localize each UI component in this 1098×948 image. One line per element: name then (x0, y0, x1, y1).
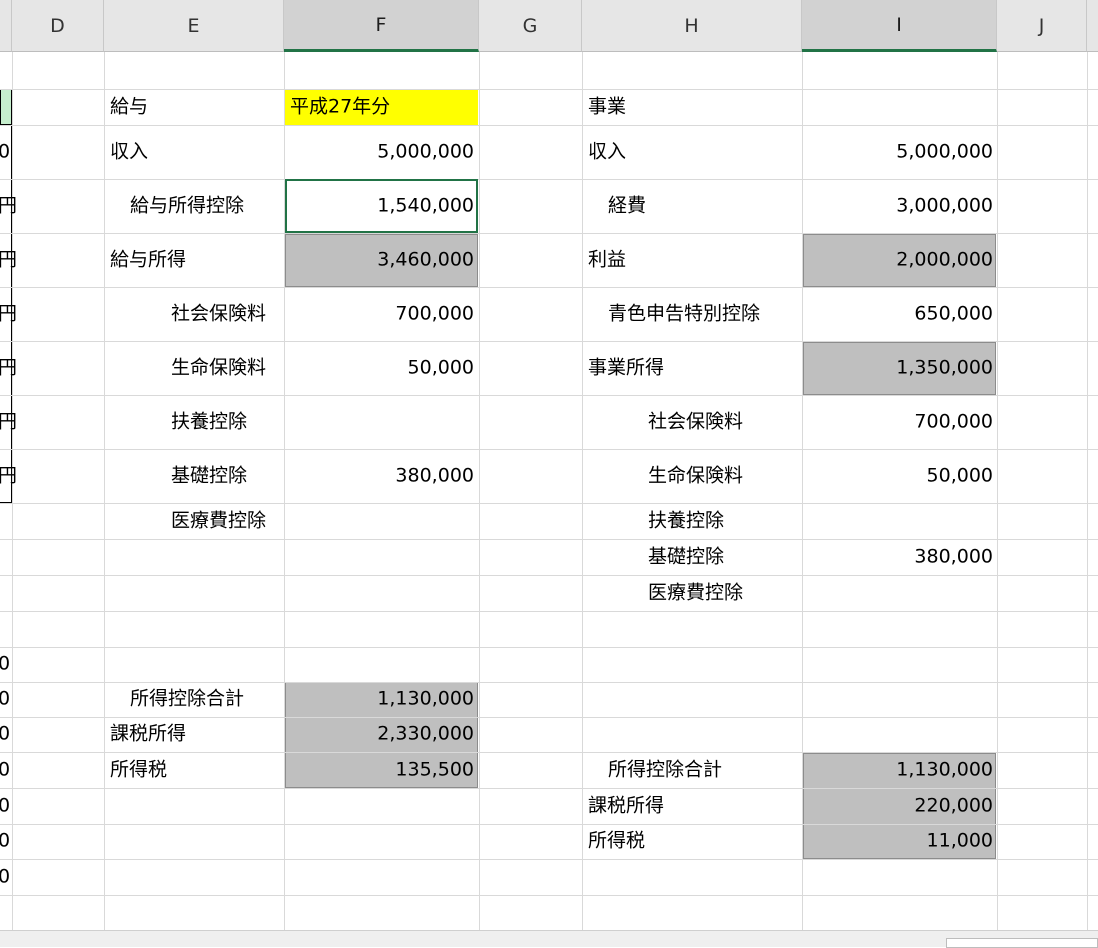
blue-return-deduction-label: 青色申告特別控除 (608, 302, 761, 325)
cell-fragment: 円 (0, 464, 18, 487)
business-income-label: 収入 (588, 140, 627, 163)
year-cell: 平成27年分 (290, 95, 391, 118)
horizontal-scrollbar[interactable] (946, 938, 1098, 948)
salary-total-deduction-value: 1,130,000 (377, 687, 474, 710)
cell-fragment: 円 (0, 248, 18, 271)
cell-fragment: 0 (0, 140, 11, 163)
salary-net-income-label: 給与所得 (110, 248, 187, 271)
salary-title: 給与 (110, 95, 149, 118)
business-tax-value: 11,000 (926, 829, 993, 852)
cell-fragment: 0 (0, 794, 11, 817)
salary-medical-label: 医療費控除 (171, 509, 267, 532)
salary-taxable-value: 2,330,000 (377, 722, 474, 745)
business-expense-value: 3,000,000 (896, 194, 993, 217)
column-header-k-partial[interactable] (1087, 0, 1098, 52)
business-life-insurance-value: 50,000 (926, 464, 993, 487)
salary-life-insurance-value: 50,000 (407, 356, 474, 379)
cell-fragment: 0 (0, 722, 11, 745)
column-header-i[interactable]: I (802, 0, 997, 52)
salary-dependent-label: 扶養控除 (171, 410, 248, 433)
cell-fragment: 円 (0, 410, 18, 433)
salary-income-value: 5,000,000 (377, 140, 474, 163)
salary-deduction-label: 給与所得控除 (130, 194, 245, 217)
business-life-insurance-label: 生命保険料 (648, 464, 744, 487)
left-partial-green-cell (0, 89, 12, 125)
salary-total-deduction-label: 所得控除合計 (130, 687, 245, 710)
column-header-g[interactable]: G (479, 0, 582, 52)
business-net-income-label: 事業所得 (588, 356, 665, 379)
column-header-e[interactable]: E (104, 0, 284, 52)
cell-fragment: 0 (0, 829, 11, 852)
business-tax-label: 所得税 (588, 829, 646, 852)
column-header-c-partial[interactable] (0, 0, 12, 52)
cell-fragment: 0 (0, 865, 11, 888)
salary-tax-label: 所得税 (110, 758, 168, 781)
cell-fragment: 0 (0, 652, 11, 675)
cell-fragment: 円 (0, 302, 18, 325)
business-total-deduction-value: 1,130,000 (896, 758, 993, 781)
business-basic-value: 380,000 (914, 545, 993, 568)
salary-basic-value: 380,000 (395, 464, 474, 487)
business-taxable-label: 課税所得 (588, 794, 665, 817)
salary-basic-label: 基礎控除 (171, 464, 248, 487)
cell-fragment: 0 (0, 758, 11, 781)
business-net-income-value: 1,350,000 (896, 356, 993, 379)
salary-social-insurance-value: 700,000 (395, 302, 474, 325)
salary-social-insurance-label: 社会保険料 (171, 302, 267, 325)
business-expense-label: 経費 (608, 194, 647, 217)
salary-income-label: 収入 (110, 140, 149, 163)
column-header-h[interactable]: H (582, 0, 802, 52)
business-taxable-value: 220,000 (914, 794, 993, 817)
column-header-j[interactable]: J (997, 0, 1087, 52)
business-income-value: 5,000,000 (896, 140, 993, 163)
cell-fragment: 円 (0, 194, 18, 217)
business-dependent-label: 扶養控除 (648, 509, 725, 532)
business-social-insurance-label: 社会保険料 (648, 410, 744, 433)
cell-fragment: 0 (0, 687, 11, 710)
business-profit-label: 利益 (588, 248, 627, 271)
column-header-d[interactable]: D (12, 0, 104, 52)
column-header-f[interactable]: F (284, 0, 479, 52)
salary-net-income-value: 3,460,000 (377, 248, 474, 271)
business-title: 事業 (588, 95, 627, 118)
salary-taxable-label: 課税所得 (110, 722, 187, 745)
sheet-status-bar (0, 930, 1098, 947)
business-social-insurance-value: 700,000 (914, 410, 993, 433)
business-medical-label: 医療費控除 (648, 581, 744, 604)
blue-return-deduction-value: 650,000 (914, 302, 993, 325)
salary-deduction-value: 1,540,000 (377, 194, 474, 217)
salary-tax-value: 135,500 (395, 758, 474, 781)
spreadsheet-grid[interactable]: D E F G H I J 0 円 円 円 円 円 円 0 0 0 0 0 0 … (0, 0, 1098, 930)
salary-life-insurance-label: 生命保険料 (171, 356, 267, 379)
business-total-deduction-label: 所得控除合計 (608, 758, 723, 781)
business-profit-value: 2,000,000 (896, 248, 993, 271)
business-basic-label: 基礎控除 (648, 545, 725, 568)
cell-fragment: 円 (0, 356, 18, 379)
